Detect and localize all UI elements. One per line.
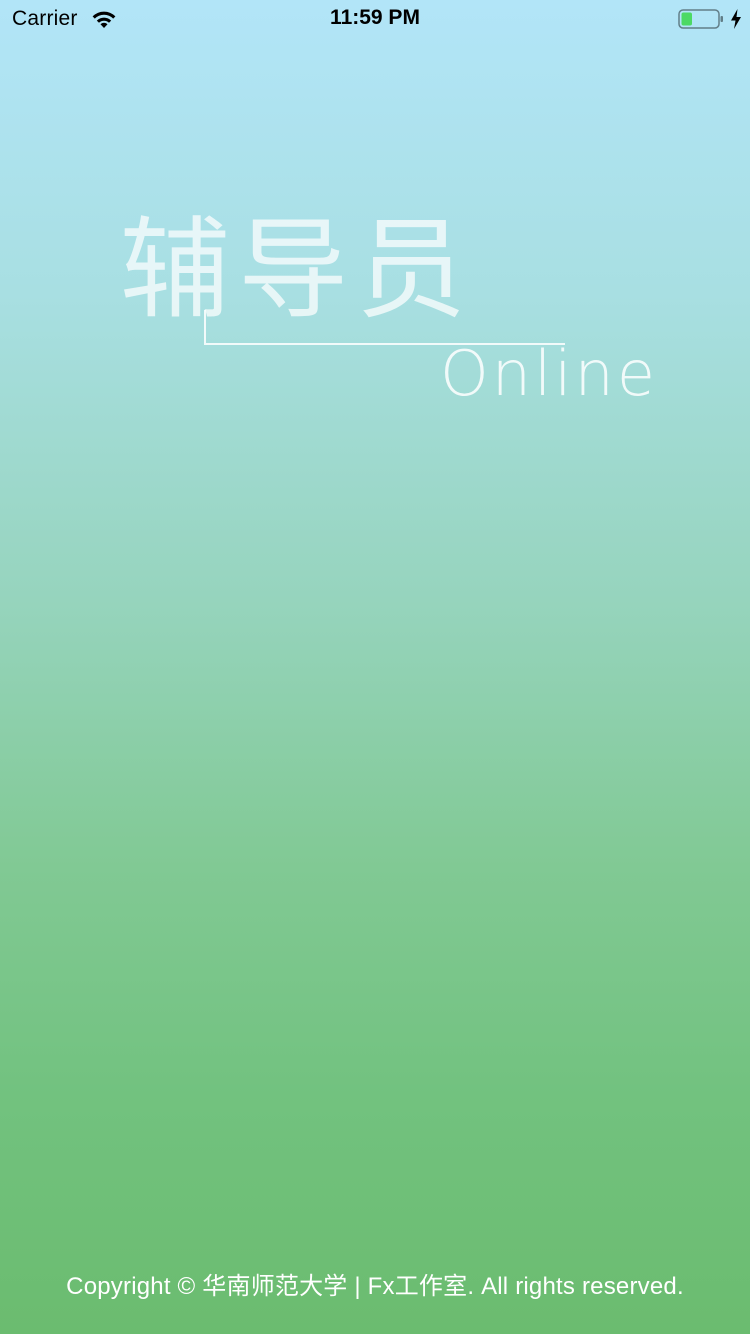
logo-english-text: Online — [440, 337, 658, 410]
charging-bolt-icon — [731, 9, 741, 29]
battery-icon — [678, 9, 723, 29]
copyright-footer: Copyright © 华南师范大学 | Fx工作室. All rights r… — [66, 1273, 684, 1300]
status-bar: Carrier 11:59 PM — [0, 0, 750, 40]
app-logo: 辅导员 Online — [118, 215, 658, 415]
logo-chinese-text: 辅导员 — [120, 206, 474, 334]
clock: 11:59 PM — [330, 6, 420, 29]
